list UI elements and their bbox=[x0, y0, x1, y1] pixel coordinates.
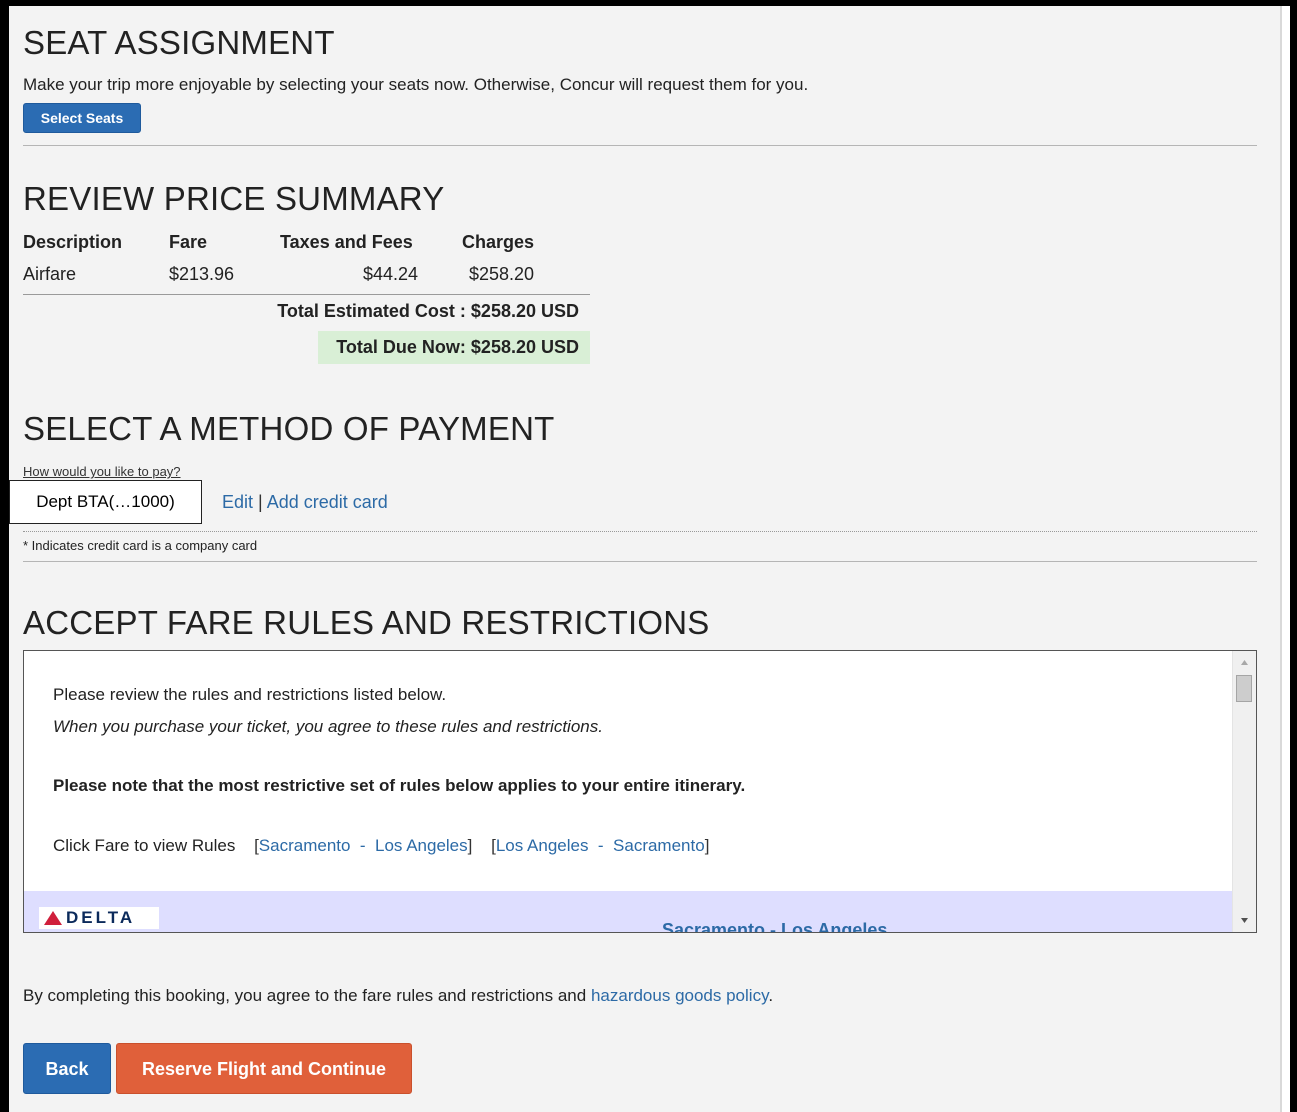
column-header-fare: Fare bbox=[169, 232, 208, 252]
seat-description: Make your trip more enjoyable by selecti… bbox=[23, 75, 809, 94]
back-button[interactable]: Back bbox=[23, 1043, 111, 1094]
segment-title: Sacramento - Los Angeles bbox=[662, 920, 888, 933]
bracket-close: ] bbox=[704, 836, 710, 855]
fare-route-line: Click Fare to view Rules [Sacramento - L… bbox=[53, 836, 709, 856]
delta-logo: DELTA bbox=[39, 907, 159, 929]
seat-assignment-heading: SEAT ASSIGNMENT bbox=[23, 24, 335, 61]
company-card-note: * Indicates credit card is a company car… bbox=[23, 538, 258, 553]
delta-triangle-icon bbox=[44, 911, 62, 925]
dotted-divider bbox=[23, 531, 1257, 532]
divider bbox=[23, 561, 1257, 562]
price-table-row: Airfare $213.96 $44.24 $258.20 bbox=[23, 262, 590, 295]
route-link-sac-lax[interactable]: Sacramento - Los Angeles bbox=[259, 836, 468, 855]
row-charges: $258.20 bbox=[469, 264, 535, 284]
column-header-taxes: Taxes and Fees bbox=[280, 232, 413, 252]
link-separator: | bbox=[258, 492, 263, 512]
rules-restrictive-note: Please note that the most restrictive se… bbox=[53, 776, 746, 795]
row-fare: $213.96 bbox=[169, 264, 235, 284]
payment-card-select[interactable]: Dept BTA(…1000) bbox=[9, 480, 202, 524]
price-table: Description Fare Taxes and Fees Charges … bbox=[23, 232, 590, 364]
route-link-lax-sac[interactable]: Los Angeles - Sacramento bbox=[496, 836, 705, 855]
scroll-thumb[interactable] bbox=[1236, 675, 1252, 702]
rules-scrollbar[interactable] bbox=[1232, 651, 1256, 932]
scroll-up-icon[interactable] bbox=[1233, 655, 1256, 671]
total-estimated-row: Total Estimated Cost : $258.20 USD bbox=[23, 295, 590, 328]
hazardous-goods-link[interactable]: hazardous goods policy bbox=[591, 986, 768, 1005]
reserve-flight-button[interactable]: Reserve Flight and Continue bbox=[116, 1043, 412, 1094]
price-summary-heading: REVIEW PRICE SUMMARY bbox=[23, 180, 445, 217]
row-taxes: $44.24 bbox=[362, 264, 418, 284]
total-due-now: Total Due Now: $258.20 USD bbox=[336, 337, 579, 357]
payment-heading: SELECT A METHOD OF PAYMENT bbox=[23, 410, 555, 447]
bracket-close: ] bbox=[467, 836, 473, 855]
agreement-text: By completing this booking, you agree to… bbox=[23, 986, 587, 1005]
fare-rules-box[interactable]: Please review the rules and restrictions… bbox=[23, 650, 1257, 933]
delta-logo-text: DELTA bbox=[66, 908, 136, 927]
agreement-period: . bbox=[768, 986, 774, 1005]
total-estimated-cost: Total Estimated Cost : $258.20 USD bbox=[277, 301, 579, 321]
click-fare-label: Click Fare to view Rules bbox=[53, 836, 236, 855]
select-seats-button[interactable]: Select Seats bbox=[23, 103, 141, 133]
edit-card-link[interactable]: Edit bbox=[222, 492, 253, 512]
row-description: Airfare bbox=[23, 264, 77, 284]
segment-header-bar: DELTA Sacramento - Los Angeles bbox=[24, 891, 1233, 933]
booking-page: SEAT ASSIGNMENT Make your trip more enjo… bbox=[9, 6, 1282, 1112]
divider bbox=[23, 145, 1257, 146]
payment-links: Edit | Add credit card bbox=[222, 492, 388, 513]
scroll-down-icon[interactable] bbox=[1233, 912, 1256, 928]
price-table-header: Description Fare Taxes and Fees Charges bbox=[23, 232, 590, 262]
fare-rules-heading: ACCEPT FARE RULES AND RESTRICTIONS bbox=[23, 604, 710, 641]
add-credit-card-link[interactable]: Add credit card bbox=[267, 492, 388, 512]
column-header-description: Description bbox=[23, 232, 123, 252]
rules-intro: Please review the rules and restrictions… bbox=[53, 685, 447, 704]
booking-agreement: By completing this booking, you agree to… bbox=[23, 986, 773, 1006]
column-header-charges: Charges bbox=[462, 232, 535, 252]
payment-question: How would you like to pay? bbox=[23, 464, 181, 479]
total-due-now-box: Total Due Now: $258.20 USD bbox=[318, 331, 590, 364]
rules-agree-note: When you purchase your ticket, you agree… bbox=[53, 717, 603, 736]
